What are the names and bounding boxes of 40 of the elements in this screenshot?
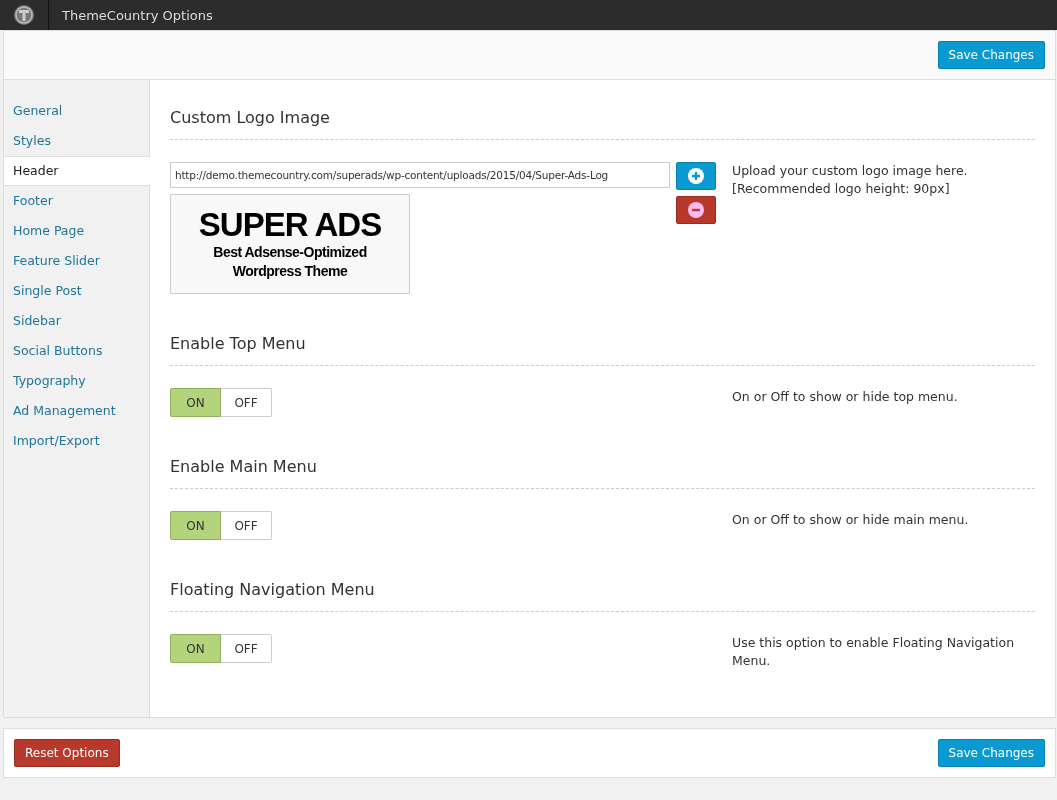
sidebar-item[interactable]: Header bbox=[4, 156, 150, 186]
sidebar-item[interactable]: Ad Management bbox=[4, 396, 149, 426]
on-button[interactable]: ON bbox=[170, 511, 221, 540]
sidebar-item[interactable]: Home Page bbox=[4, 216, 149, 246]
description-text: [Recommended logo height: 90px] bbox=[732, 180, 951, 198]
off-button[interactable]: OFF bbox=[221, 634, 272, 663]
save-button[interactable]: Save Changes bbox=[937, 41, 1045, 69]
preview-tagline: Wordpress Theme bbox=[232, 262, 348, 281]
sidebar-item[interactable]: General bbox=[4, 96, 149, 126]
description-text: On or Off to show or hide top menu. bbox=[732, 388, 959, 406]
sidebar-item[interactable]: Footer bbox=[4, 186, 149, 216]
preview-title: SUPER ADS bbox=[198, 207, 382, 243]
sidebar-item[interactable]: Sidebar bbox=[4, 306, 149, 336]
off-button[interactable]: OFF bbox=[221, 388, 272, 417]
plus-icon bbox=[688, 168, 704, 184]
description-text: On or Off to show or hide main menu. bbox=[732, 511, 970, 529]
section-title: Floating Navigation Menu bbox=[170, 580, 1035, 612]
sidebar-item[interactable]: Single Post bbox=[4, 276, 149, 306]
section-title: Enable Main Menu bbox=[170, 457, 1035, 489]
remove-button[interactable] bbox=[676, 196, 716, 224]
preview-tagline: Best Adsense-Optimized bbox=[213, 243, 367, 262]
description-text: Use this option to enable Floating Navigation Menu. bbox=[732, 634, 1016, 670]
url-field[interactable]: http://demo.themecountry.com/superads/wp-content/uploads/2015/04/Super-Ads-Log bbox=[170, 162, 670, 188]
section-title: Custom Logo Image bbox=[170, 108, 1035, 140]
sidebar-item[interactable]: Import/Export bbox=[4, 426, 149, 456]
sidebar-item[interactable]: Typography bbox=[4, 366, 149, 396]
section-title: Enable Top Menu bbox=[170, 334, 1035, 366]
logo-icon bbox=[13, 4, 35, 26]
reset-button[interactable]: Reset Options bbox=[14, 739, 120, 767]
add-button[interactable] bbox=[676, 162, 716, 190]
description-text: Upload your custom logo image here. bbox=[732, 162, 969, 180]
off-button[interactable]: OFF bbox=[221, 511, 272, 540]
sidebar-item[interactable]: Styles bbox=[4, 126, 149, 156]
on-button[interactable]: ON bbox=[170, 388, 221, 417]
sidebar-item[interactable]: Feature Slider bbox=[4, 246, 149, 276]
app-title: ThemeCountry Options bbox=[61, 7, 213, 23]
minus-icon bbox=[688, 202, 704, 218]
save-button[interactable]: Save Changes bbox=[937, 739, 1045, 767]
on-button[interactable]: ON bbox=[170, 634, 221, 663]
sidebar-item[interactable]: Social Buttons bbox=[4, 336, 149, 366]
